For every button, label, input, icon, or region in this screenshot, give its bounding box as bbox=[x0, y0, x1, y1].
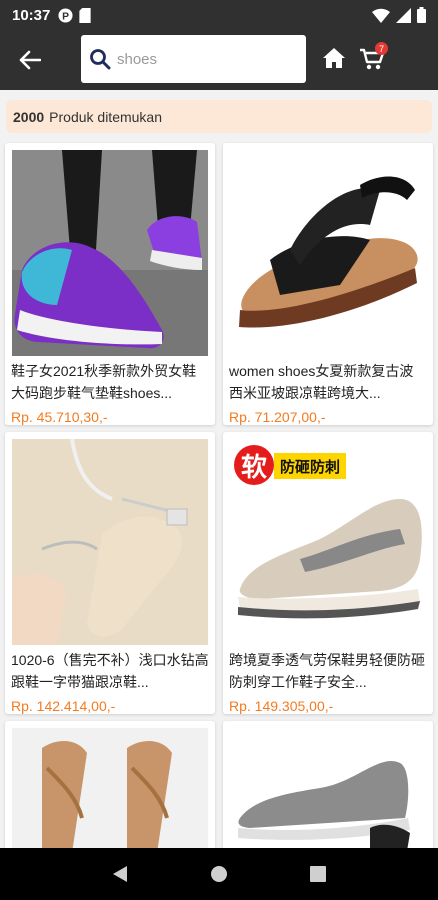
nav-recents-icon bbox=[310, 866, 327, 882]
product-image bbox=[12, 150, 208, 356]
home-button[interactable] bbox=[320, 44, 348, 72]
product-card[interactable]: 1020-6（售完不补）浅口水钻高跟鞋一字带猫跟凉鞋... Rp. 142.41… bbox=[5, 432, 215, 714]
nav-back-icon bbox=[112, 866, 127, 882]
results-banner: 2000 Produk ditemukan bbox=[6, 100, 432, 133]
black-sandal-image bbox=[230, 150, 426, 356]
product-image bbox=[230, 150, 426, 356]
product-image bbox=[12, 439, 208, 645]
cell-signal-icon bbox=[396, 7, 411, 23]
nav-back-button[interactable] bbox=[100, 854, 140, 894]
product-image bbox=[230, 728, 426, 861]
system-nav-bar bbox=[0, 848, 438, 900]
nav-home-button[interactable] bbox=[199, 854, 239, 894]
product-price: Rp. 142.414,00,- bbox=[11, 698, 116, 714]
results-label: Produk ditemukan bbox=[49, 108, 162, 125]
svg-text:P: P bbox=[62, 11, 69, 22]
product-price: Rp. 71.207,00,- bbox=[229, 409, 326, 425]
product-card[interactable]: 鞋子女2021秋季新款外贸女鞋大码跑步鞋气垫鞋shoes... Rp. 45.7… bbox=[5, 143, 215, 425]
clear-heel-image bbox=[12, 439, 208, 645]
notification-p-icon: P bbox=[58, 7, 73, 23]
cart-badge: 7 bbox=[375, 42, 388, 55]
app-bar: 7 bbox=[0, 30, 438, 90]
product-card[interactable] bbox=[223, 721, 433, 861]
nav-recents-button[interactable] bbox=[298, 854, 338, 894]
grey-sneaker-image bbox=[230, 728, 426, 861]
soft-badge: 软 bbox=[234, 445, 274, 485]
purple-sneaker-image bbox=[12, 150, 208, 356]
product-price: Rp. 149.305,00,- bbox=[229, 698, 334, 714]
back-button[interactable] bbox=[0, 30, 60, 90]
cart-button[interactable]: 7 bbox=[356, 42, 388, 74]
product-card[interactable] bbox=[5, 721, 215, 861]
sim-card-icon bbox=[79, 7, 91, 23]
search-input[interactable] bbox=[117, 50, 287, 68]
strappy-heel-image bbox=[12, 728, 208, 861]
status-time: 10:37 bbox=[12, 6, 51, 24]
results-count: 2000 bbox=[13, 108, 45, 125]
nav-home-icon bbox=[210, 866, 227, 882]
product-title: women shoes女夏新款复古波西米亚坡跟凉鞋跨境大... bbox=[229, 363, 414, 401]
product-title: 跨境夏季透气劳保鞋男轻便防砸防刺穿工作鞋子安全... bbox=[229, 652, 425, 690]
product-title: 鞋子女2021秋季新款外贸女鞋大码跑步鞋气垫鞋shoes... bbox=[11, 363, 197, 401]
product-title: 1020-6（售完不补）浅口水钻高跟鞋一字带猫跟凉鞋... bbox=[11, 652, 209, 690]
arrow-back-icon bbox=[19, 50, 41, 70]
product-image bbox=[12, 728, 208, 861]
battery-icon bbox=[417, 7, 426, 23]
product-price: Rp. 45.710,30,- bbox=[11, 409, 108, 425]
status-bar: 10:37 P bbox=[0, 0, 438, 30]
search-icon bbox=[90, 49, 111, 70]
search-box[interactable] bbox=[81, 35, 306, 83]
home-icon bbox=[323, 48, 345, 68]
product-card[interactable]: women shoes女夏新款复古波西米亚坡跟凉鞋跨境大... Rp. 71.2… bbox=[223, 143, 433, 425]
product-card[interactable]: 软 防砸防刺 跨境夏季透气劳保鞋男轻便防砸防刺穿工作鞋子安全... Rp. 14… bbox=[223, 432, 433, 714]
anti-smash-badge: 防砸防刺 bbox=[274, 453, 347, 479]
product-image: 软 防砸防刺 bbox=[230, 439, 426, 645]
wifi-icon bbox=[372, 8, 390, 23]
